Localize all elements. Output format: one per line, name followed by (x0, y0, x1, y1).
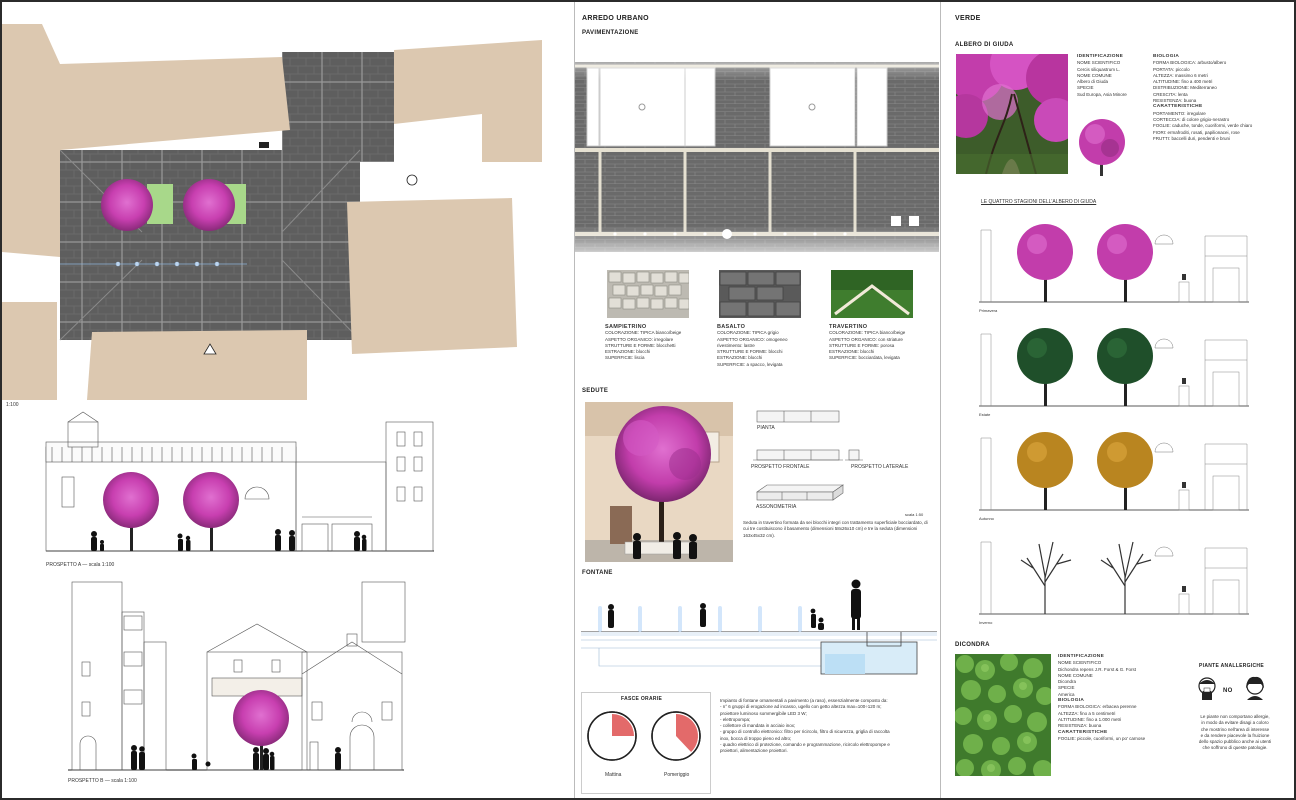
info-line: FORMA BIOLOGICA: erbacea perenne (1058, 704, 1137, 710)
info-line: NOME SCIENTIFICO (1077, 60, 1121, 66)
paving-title: PAVIMENTAZIONE (582, 30, 639, 36)
right-panel: VERDE ALBERO DI GIUDA IDENTIFICAZIONE NO… (941, 2, 1294, 798)
site-drawings (2, 2, 547, 771)
four-seasons-drawings (979, 224, 1249, 615)
dichondra-info: IDENTIFICAZIONE NOME SCIENTIFICO Dichond… (1058, 654, 1145, 742)
seat-plan-label: PIANTA (757, 425, 775, 431)
season-autumn (979, 432, 1249, 511)
gauge-label-afternoon: Pomeriggio (664, 772, 690, 778)
human-figures (131, 741, 341, 771)
ground-cover-title: DICONDRA (955, 642, 990, 648)
seat-photo (585, 402, 733, 562)
judas-tree-plan (183, 179, 235, 231)
schedule-gauges (587, 711, 701, 761)
season-label-autumn: Autunno (979, 516, 994, 521)
allergy-no-label: NO (1223, 688, 1233, 694)
schedule-title: FASCE ORARIE (621, 696, 663, 702)
fountain-description: Impianto di fontane ornamentali a pavime… (720, 698, 932, 755)
seasons-title: LE QUATTRO STAGIONI DELL'ALBERO DI GIUDA (981, 199, 1097, 205)
seat-side-label: PROSPETTO LATERALE (851, 464, 909, 470)
gauge-fill-morning (612, 714, 634, 736)
basalto-swatch (719, 270, 801, 318)
seat-drawings (753, 410, 863, 501)
material-sampietrino: SAMPIETRINO COLORAZIONE: TIPICA bianco/b… (605, 324, 681, 362)
site-plan (2, 2, 547, 400)
dichondra-photo (955, 654, 1051, 776)
info-line: FOGLIE: piccole, cuoriformi, un po' carn… (1058, 735, 1146, 741)
info-line: Dichondra repens J.R. Forst & G. Forst (1058, 666, 1137, 672)
fountain-section (581, 579, 937, 675)
season-summer (979, 328, 1249, 407)
sneezing-person-icon (1198, 677, 1216, 700)
seat-scale-label: scala 1:50 (905, 512, 924, 517)
description-line: proiettori, alimentazione proiettori. (720, 748, 788, 754)
material-line: COLORAZIONE: TIPICA grigio (717, 330, 779, 336)
material-line: SUPERFICIE: bocciardata, levigata (829, 355, 900, 361)
building-footprint (2, 302, 57, 400)
info-line: FOGLIE: caduche, tonde, cuoriformi, verd… (1153, 123, 1253, 129)
elevation-b-drawing (68, 581, 406, 771)
season-label-summer: Estate (979, 412, 991, 417)
material-line: COLORAZIONE: TIPICA bianco/beige (829, 330, 906, 336)
plan-scale-label: 1:100 (6, 402, 19, 408)
paving-pattern (575, 40, 939, 266)
gauge-afternoon (651, 711, 701, 761)
middle-title: ARREDO URBANO (582, 15, 649, 22)
info-line: FIORI: ermafroditi, rosati, papilionacei… (1153, 129, 1240, 135)
judas-tree-photo (956, 54, 1068, 174)
gauge-morning (587, 711, 637, 761)
season-spring (979, 224, 1249, 303)
allergy-title: PIANTE ANALLERGICHE (1199, 663, 1264, 669)
healthy-person-icon (1246, 676, 1264, 700)
season-label-spring: Primavera (979, 308, 998, 313)
building-footprint (87, 330, 307, 400)
allergy-text: Le piante non comportano allergie, in mo… (1185, 714, 1285, 752)
seat-front-label: PROSPETTO FRONTALE (751, 464, 810, 470)
material-line: ASPETTO ORGANICO: omogeneo (717, 336, 788, 342)
gauge-label-morning: Mattina (605, 772, 622, 778)
sampietrino-swatch (607, 270, 689, 318)
material-line: SUPERFICIE: a spacco, levigata (717, 361, 783, 367)
tree-title: ALBERO DI GIUDA (955, 42, 1014, 48)
allergy-line: che soffrono di queste patologie. (1202, 745, 1268, 751)
building-footprint (347, 198, 517, 354)
material-line: SUPERFICIE: liscia (605, 355, 645, 361)
material-line: COLORAZIONE: TIPICA bianco/beige (605, 330, 682, 336)
seat-axo-label: ASSONOMETRIA (756, 504, 797, 510)
middle-panel: ARREDO URBANO PAVIMENTAZIONE SAMPIETRINO… (575, 2, 939, 798)
seat-description: Seduta in travertino formata da sei bloc… (743, 520, 928, 538)
tree-identification: IDENTIFICAZIONE NOME SCIENTIFICO Cercis … (1077, 54, 1127, 98)
presentation-board: 1:100 PROSPETTO A — scala 1:100 PROSPETT… (2, 2, 1294, 798)
seats-title: SEDUTE (582, 388, 609, 394)
elevation-b-caption: PROSPETTO B — scala 1:100 (68, 778, 137, 784)
right-title: VERDE (955, 15, 981, 22)
section-marker-icon (406, 174, 418, 186)
tree-biology: BIOLOGIA FORMA BIOLOGICA: arbusto/albero… (1153, 54, 1252, 142)
season-label-winter: Inverno (979, 620, 993, 625)
material-line: ASPETTO ORGANICO: con striature (829, 336, 903, 342)
judas-tree-cutout (1079, 119, 1125, 176)
elevation-a-drawing (45, 411, 434, 552)
elevation-b-tree (233, 690, 289, 770)
material-line: ASPETTO ORGANICO: irregolare (605, 336, 674, 342)
travertino-swatch (831, 270, 913, 318)
material-travertino: TRAVERTINO COLORAZIONE: TIPICA bianco/be… (829, 324, 905, 362)
entrance-marker (259, 142, 269, 148)
elevation-a-trees (103, 472, 239, 551)
season-winter (979, 541, 1249, 615)
info-line: Cercis siliquastrum L. (1077, 66, 1121, 72)
info-line: Sud Europa, Asia Minore (1077, 91, 1127, 97)
judas-tree-plan (101, 179, 153, 231)
left-panel: 1:100 PROSPETTO A — scala 1:100 PROSPETT… (2, 2, 574, 798)
material-basalto: BASALTO COLORAZIONE: TIPICA grigio ASPET… (717, 324, 787, 368)
elevation-a-caption: PROSPETTO A — scala 1:100 (46, 562, 115, 568)
info-line: FRUTTI: baccelli duri, pendenti e bruni (1153, 135, 1231, 141)
